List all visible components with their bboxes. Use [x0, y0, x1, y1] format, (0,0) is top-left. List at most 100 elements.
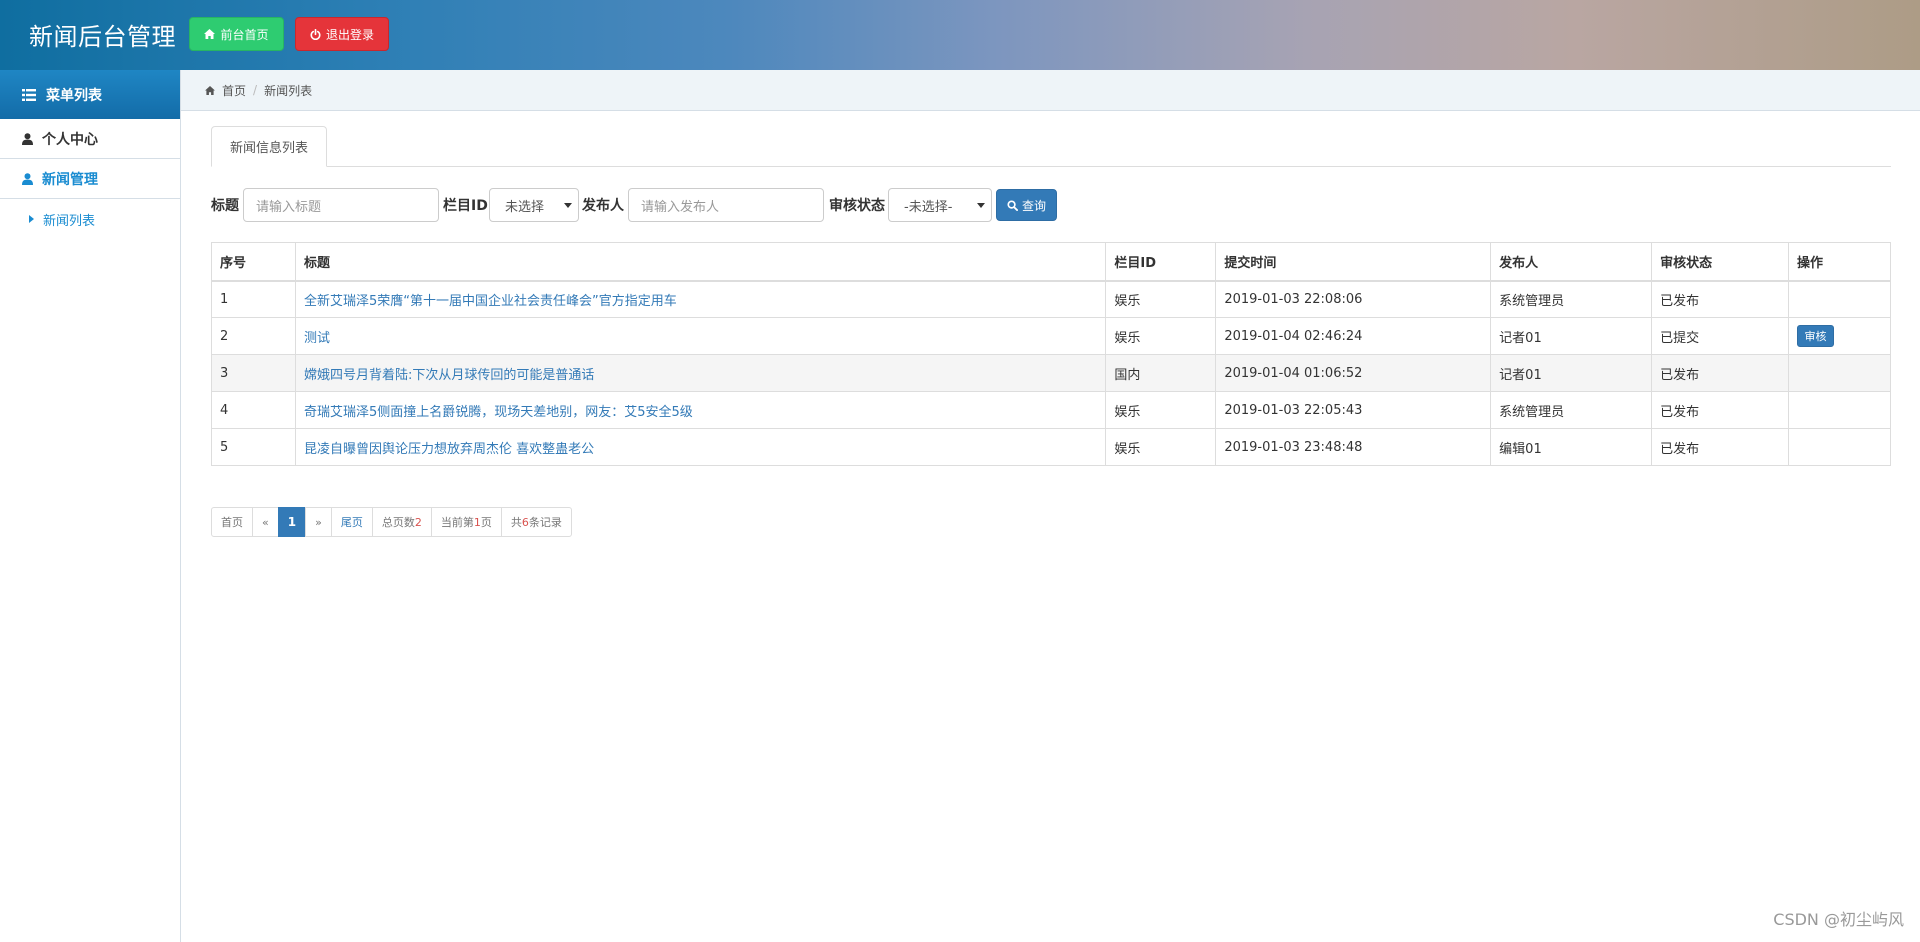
pagination-next[interactable]: »	[305, 507, 332, 537]
column-header-no: 序号	[211, 242, 296, 282]
column-select[interactable]: 未选择	[489, 188, 579, 222]
news-title-link[interactable]: 测试	[304, 331, 330, 346]
current-page-suffix: 页	[480, 516, 492, 529]
news-title-link[interactable]: 全新艾瑞泽5荣膺“第十一届中国企业社会责任峰会”官方指定用车	[304, 294, 677, 309]
watermark: CSDN @初尘屿风	[1773, 910, 1904, 929]
breadcrumb: 首页 / 新闻列表	[181, 70, 1920, 111]
total-records-value: 6	[521, 515, 529, 529]
pagination: 首页 « 1 » 尾页 总页数 2 当前第 1 页 共 6 条记录	[211, 507, 572, 537]
publisher-filter-label: 发布人	[582, 198, 624, 214]
table-row: 2 测试 娱乐 2019-01-04 02:46:24 记者01 已提交 审核	[211, 317, 1891, 355]
frontpage-button[interactable]: 前台首页	[189, 17, 284, 51]
cell-column: 娱乐	[1105, 280, 1217, 318]
cell-action	[1788, 428, 1891, 466]
total-pages-value: 2	[414, 515, 422, 529]
list-icon	[22, 88, 36, 101]
sidebar-item-profile[interactable]: 个人中心	[0, 119, 180, 159]
app-title: 新闻后台管理	[29, 23, 176, 51]
cell-no: 5	[211, 428, 296, 466]
status-select-value: -未选择-	[904, 199, 953, 215]
tab-news-info-list[interactable]: 新闻信息列表	[211, 126, 327, 167]
news-title-link[interactable]: 嫦娥四号月背着陆:下次从月球传回的可能是普通话	[304, 368, 594, 383]
table-row: 1 全新艾瑞泽5荣膺“第十一届中国企业社会责任峰会”官方指定用车 娱乐 2019…	[211, 280, 1891, 318]
publisher-search-input[interactable]: 请输入发布人	[628, 188, 824, 222]
cell-publisher: 系统管理员	[1490, 391, 1653, 429]
cell-time: 2019-01-04 02:46:24	[1215, 317, 1492, 355]
audit-button[interactable]: 审核	[1797, 325, 1834, 347]
power-icon	[310, 28, 321, 40]
cell-publisher: 系统管理员	[1490, 280, 1653, 318]
column-filter-label: 栏目ID	[443, 198, 488, 214]
pagination-total-records: 共 6 条记录	[500, 507, 572, 537]
column-select-value: 未选择	[505, 199, 545, 215]
table-row: 4 奇瑞艾瑞泽5侧面撞上名爵锐腾，现场天差地别，网友：艾5安全5级 娱乐 201…	[211, 391, 1891, 429]
pagination-current-info: 当前第 1 页	[430, 507, 502, 537]
column-header-action: 操作	[1788, 242, 1891, 282]
news-title-link[interactable]: 奇瑞艾瑞泽5侧面撞上名爵锐腾，现场天差地别，网友：艾5安全5级	[304, 405, 693, 420]
title-filter-label: 标题	[211, 198, 239, 214]
news-table: 序号 标题 栏目ID 提交时间 发布人 审核状态 操作 1 全新艾瑞泽5荣膺“第…	[211, 242, 1891, 466]
user-icon	[22, 132, 33, 145]
cell-status: 已发布	[1651, 391, 1789, 429]
breadcrumb-separator: /	[253, 83, 258, 97]
sidebar-item-label: 个人中心	[42, 131, 98, 148]
status-select[interactable]: -未选择-	[888, 188, 992, 222]
cell-title: 昆凌自曝曾因舆论压力想放弃周杰伦 喜欢整蛊老公	[294, 428, 1107, 466]
search-button[interactable]: 查询	[996, 189, 1057, 221]
tab-divider	[211, 166, 1891, 167]
news-title-link[interactable]: 昆凌自曝曾因舆论压力想放弃周杰伦 喜欢整蛊老公	[304, 442, 594, 457]
cell-time: 2019-01-03 23:48:48	[1215, 428, 1492, 466]
cell-no: 4	[211, 391, 296, 429]
cell-no: 1	[211, 280, 296, 318]
pagination-prev[interactable]: «	[252, 507, 279, 537]
user-icon	[22, 172, 33, 185]
cell-time: 2019-01-04 01:06:52	[1215, 354, 1492, 392]
total-pages-label: 总页数	[381, 516, 415, 529]
sidebar: 菜单列表 个人中心 新闻管理 新闻列表	[0, 70, 181, 942]
logout-button-label: 退出登录	[325, 27, 374, 42]
cell-no: 3	[211, 354, 296, 392]
cell-time: 2019-01-03 22:05:43	[1215, 391, 1492, 429]
sidebar-item-news-management[interactable]: 新闻管理	[0, 159, 180, 199]
cell-title: 全新艾瑞泽5荣膺“第十一届中国企业社会责任峰会”官方指定用车	[294, 280, 1107, 318]
home-icon	[204, 29, 216, 39]
column-header-publisher: 发布人	[1490, 242, 1653, 282]
cell-column: 娱乐	[1105, 317, 1217, 355]
column-header-column-id: 栏目ID	[1105, 242, 1217, 282]
cell-publisher: 记者01	[1490, 354, 1653, 392]
sidebar-title: 菜单列表	[46, 87, 102, 104]
home-icon	[205, 85, 215, 95]
table-row: 3 嫦娥四号月背着陆:下次从月球传回的可能是普通话 国内 2019-01-04 …	[211, 354, 1891, 392]
cell-status: 已发布	[1651, 280, 1789, 318]
cell-column: 国内	[1105, 354, 1217, 392]
current-page-value: 1	[473, 515, 481, 529]
pagination-total-pages: 总页数 2	[371, 507, 432, 537]
cell-title: 奇瑞艾瑞泽5侧面撞上名爵锐腾，现场天差地别，网友：艾5安全5级	[294, 391, 1107, 429]
cell-time: 2019-01-03 22:08:06	[1215, 280, 1492, 318]
pagination-current-page[interactable]: 1	[277, 507, 307, 537]
column-header-status: 审核状态	[1651, 242, 1789, 282]
table-header-row: 序号 标题 栏目ID 提交时间 发布人 审核状态 操作	[211, 242, 1891, 282]
title-search-input[interactable]: 请输入标题	[243, 188, 439, 222]
sidebar-subitem-label: 新闻列表	[43, 213, 96, 229]
cell-publisher: 编辑01	[1490, 428, 1653, 466]
frontpage-button-label: 前台首页	[220, 27, 269, 42]
status-filter-label: 审核状态	[829, 198, 885, 214]
logout-button[interactable]: 退出登录	[295, 17, 389, 51]
cell-title: 测试	[294, 317, 1107, 355]
search-button-label: 查询	[1021, 198, 1046, 213]
cell-action	[1788, 354, 1891, 392]
pagination-first[interactable]: 首页	[211, 507, 253, 537]
cell-action	[1788, 280, 1891, 318]
current-page-label: 当前第	[440, 516, 474, 529]
cell-column: 娱乐	[1105, 391, 1217, 429]
sidebar-subitem-news-list[interactable]: 新闻列表	[0, 199, 180, 239]
cell-status: 已提交	[1651, 317, 1789, 355]
cell-column: 娱乐	[1105, 428, 1217, 466]
breadcrumb-home[interactable]: 首页	[222, 82, 246, 99]
total-records-label: 共	[510, 516, 522, 529]
cell-title: 嫦娥四号月背着陆:下次从月球传回的可能是普通话	[294, 354, 1107, 392]
cell-status: 已发布	[1651, 428, 1789, 466]
pagination-last[interactable]: 尾页	[330, 507, 373, 537]
breadcrumb-current: 新闻列表	[264, 83, 313, 98]
